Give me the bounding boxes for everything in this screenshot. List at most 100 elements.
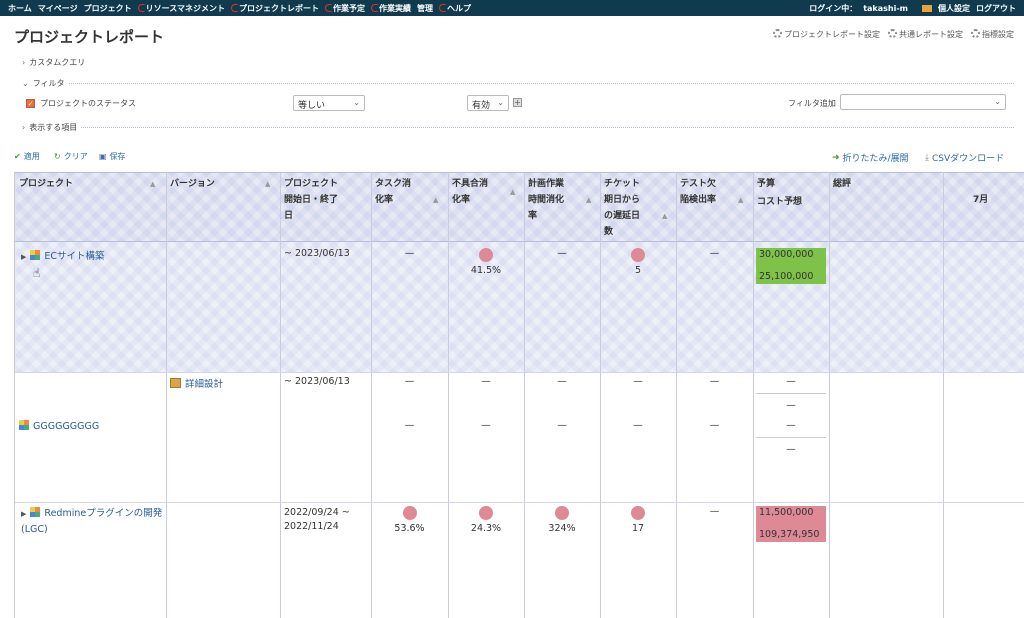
col-ticket[interactable]: チケット 期日から の遅延日数 <box>604 176 640 240</box>
indicator-settings-link[interactable]: 指標設定 <box>971 29 1014 40</box>
col-month: 7月 <box>973 195 989 205</box>
planned-cell: — <box>557 376 567 387</box>
budget-cell: 11,500,000 109,374,950 <box>756 506 826 542</box>
defect-cell: 24.3% <box>448 506 524 534</box>
col-planned[interactable]: 計画作業 時間消化率 <box>528 176 564 224</box>
operator-select[interactable]: 等しい ⌄ <box>293 95 365 111</box>
menu-work-plan[interactable]: 作業予定 <box>324 3 365 14</box>
expand-arrow-icon[interactable]: ▶ <box>21 253 26 261</box>
add-value-button[interactable]: + <box>513 98 522 107</box>
divider <box>24 127 1014 128</box>
custom-query-toggle[interactable]: › カスタムクエリ <box>22 57 85 68</box>
col-budget[interactable]: 予算 コスト予想 <box>757 176 802 210</box>
status-indicator <box>479 248 493 262</box>
project-icon <box>30 250 41 260</box>
status-indicator <box>631 506 645 520</box>
menu-home[interactable]: ホーム <box>8 3 32 14</box>
status-indicator <box>555 506 569 520</box>
apply-button[interactable]: ✔ 適用 <box>14 151 40 162</box>
menu-work-actual[interactable]: 作業実績 <box>370 3 411 14</box>
chevron-down-icon: ⌄ <box>353 98 360 107</box>
project-cell[interactable]: GGGGGGGGG <box>19 420 99 432</box>
project-icon <box>19 420 29 430</box>
dates-cell: 2022/09/24 ~2022/11/24 <box>284 507 350 532</box>
menu-resource[interactable]: リソースマネジメント <box>137 3 225 14</box>
test-cell: — <box>709 376 720 387</box>
plugin-icon <box>370 3 378 12</box>
chevron-right-icon: › <box>22 123 26 132</box>
add-filter-select[interactable]: ⌄ <box>840 94 1006 110</box>
common-report-settings-link[interactable]: 共通レポート設定 <box>888 29 963 40</box>
display-items-toggle[interactable]: › 表示する項目 <box>22 122 81 133</box>
cost-cell: — <box>786 400 796 411</box>
test-cell: — <box>709 248 720 259</box>
col-task[interactable]: タスク消 化率 <box>375 176 411 208</box>
status-filter-checkbox[interactable]: ✓ <box>26 99 35 108</box>
project-cell[interactable]: ▶ ECサイト構築 <box>21 248 105 262</box>
reload-icon: ↻ <box>54 152 61 161</box>
project-icon <box>30 507 41 517</box>
sort-icon[interactable]: ▲ <box>586 196 591 204</box>
download-icon: ⤓ <box>925 152 929 163</box>
menu-help[interactable]: ヘルプ <box>438 3 471 14</box>
col-version[interactable]: バージョン <box>170 176 215 192</box>
package-icon <box>170 378 181 388</box>
filter-toggle[interactable]: ⌄ フィルタ <box>22 78 68 89</box>
collapse-expand-link[interactable]: ➜ 折りたたみ/展開 <box>832 151 909 165</box>
col-review: 総評 <box>833 179 852 189</box>
task-cell: — <box>404 248 415 259</box>
sort-icon[interactable]: ▲ <box>510 188 515 196</box>
menu-logout[interactable]: ログアウト <box>976 3 1016 14</box>
chevron-right-icon: › <box>22 58 26 67</box>
sort-icon[interactable]: ▲ <box>150 180 155 188</box>
task-cell: — <box>404 420 415 431</box>
task-cell: 53.6% <box>371 506 448 534</box>
version-cell[interactable]: 詳細設計 <box>170 376 223 390</box>
login-user[interactable]: takashi-m <box>863 4 908 13</box>
status-filter-label: プロジェクトのステータス <box>40 99 136 108</box>
gear-icon <box>773 29 782 38</box>
sort-icon[interactable]: ▲ <box>662 212 667 220</box>
budget-cell: 30,000,000 25,100,000 <box>756 248 826 284</box>
menu-admin[interactable]: 管理 <box>417 3 433 14</box>
defect-cell: — <box>481 376 491 387</box>
chevron-down-icon: ⌄ <box>22 79 29 88</box>
budget-cell: — <box>756 376 826 394</box>
settings-links: プロジェクトレポート設定 共通レポート設定 指標設定 <box>773 29 1014 40</box>
ticket-cell: 5 <box>600 248 676 276</box>
sort-icon[interactable]: ▲ <box>433 196 438 204</box>
hand-cursor-icon: ☝ <box>33 266 41 280</box>
plugin-icon <box>438 3 446 12</box>
project-report-settings-link[interactable]: プロジェクトレポート設定 <box>773 29 880 40</box>
divider <box>24 83 1014 84</box>
sort-icon[interactable]: ▲ <box>738 196 743 204</box>
col-defect[interactable]: 不具合消 化率 <box>452 176 488 208</box>
expand-arrow-icon[interactable]: ▶ <box>21 510 26 518</box>
login-label: ログイン中： <box>809 3 858 13</box>
clear-button[interactable]: ↻ クリア <box>54 151 88 162</box>
menu-project-report[interactable]: プロジェクトレポート <box>230 3 319 14</box>
mail-icon <box>922 4 932 12</box>
top-menu-bar: ホーム マイページ プロジェクト リソースマネジメント プロジェクトレポート 作… <box>0 0 1024 16</box>
planned-cell: — <box>557 420 567 431</box>
csv-download-link[interactable]: ⤓ CSVダウンロード <box>925 151 1004 165</box>
menu-projects[interactable]: プロジェクト <box>84 3 132 14</box>
ticket-cell: 17 <box>600 506 676 534</box>
defect-cell: — <box>481 420 491 431</box>
status-indicator <box>402 506 417 520</box>
save-button[interactable]: ▣ 保存 <box>99 151 126 162</box>
sort-icon[interactable]: ▲ <box>265 180 270 188</box>
col-project[interactable]: プロジェクト <box>19 176 73 192</box>
menu-personal-settings[interactable]: 個人設定 <box>938 3 970 14</box>
save-icon: ▣ <box>99 152 107 161</box>
page-title: プロジェクトレポート <box>14 28 165 46</box>
col-test[interactable]: テスト欠 陥検出率 <box>680 176 716 208</box>
status-value-select[interactable]: 有効 ⌄ <box>467 95 509 111</box>
task-cell: — <box>404 376 415 387</box>
planned-cell: 324% <box>524 506 600 534</box>
col-dates[interactable]: プロジェクト 開始日・終了日 <box>284 176 338 224</box>
project-report-table: プロジェクト ▲ バージョン ▲ プロジェクト 開始日・終了日 タスク消 化率 ▲ … <box>14 172 1024 618</box>
dates-cell: ~ 2023/06/13 <box>284 376 350 387</box>
menu-mypage[interactable]: マイページ <box>38 3 78 14</box>
project-cell[interactable]: ▶ Redmineプラグインの開発(LGC) <box>21 506 166 538</box>
